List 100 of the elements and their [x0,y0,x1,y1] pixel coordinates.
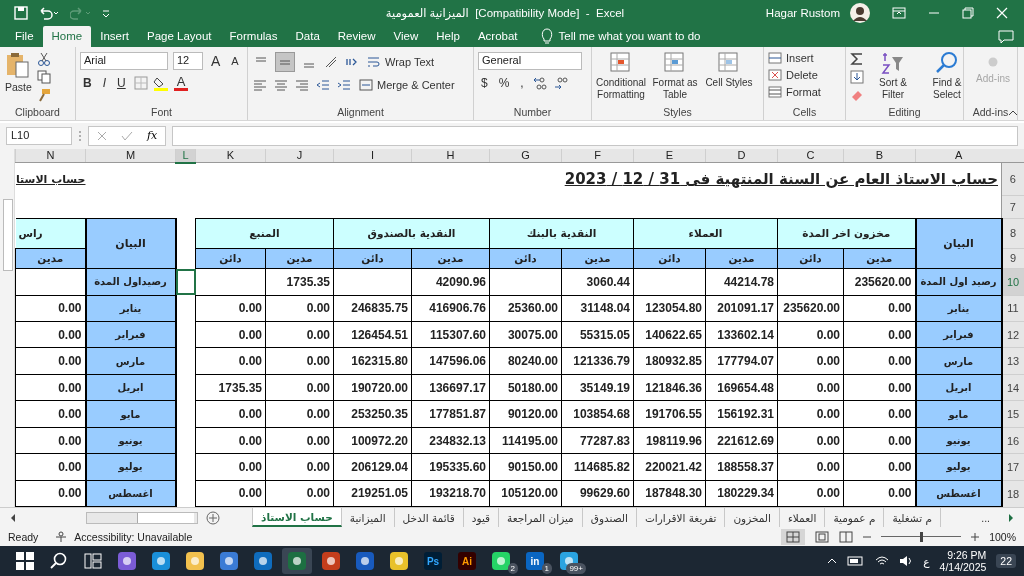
menu-tab[interactable]: Acrobat [468,25,527,47]
taskbar-app[interactable]: 2 [486,548,516,575]
decrease-decimal-icon[interactable] [552,74,569,91]
shrink-font-button[interactable]: A [228,54,242,67]
notification-badge[interactable]: 22 [996,554,1016,569]
font-color-button[interactable]: A [173,74,189,91]
taskbar-app[interactable] [282,548,312,575]
taskbar-app[interactable]: Ps [418,548,448,575]
search-icon [935,50,959,75]
taskbar-app[interactable]: Ai [452,548,482,575]
cells-button[interactable]: Format [768,85,821,98]
menu-tab[interactable]: Page Layout [138,25,221,47]
number-format-button[interactable]: $ [478,75,491,90]
row-header[interactable]: 16 [1001,427,1024,454]
copy-icon[interactable] [36,69,51,84]
battery-icon[interactable] [847,556,866,567]
accessibility-status[interactable]: Accessibility: Unavailable [74,530,193,543]
table-cell: 90120.00 [489,400,562,428]
table-cell: 44214.78 [705,268,778,295]
number-format-field[interactable]: General [478,51,582,70]
collapse-ribbon-icon[interactable] [1008,109,1018,116]
row-header[interactable]: 17 [1001,453,1024,481]
font-size-field[interactable]: 12 [173,51,203,70]
tell-me-search[interactable]: Tell me what you want to do [558,25,701,47]
menu-tab[interactable]: Help [427,25,469,47]
merge-center-button[interactable]: Merge & Center [357,77,457,92]
restore-icon[interactable] [962,6,974,19]
menu-tab[interactable]: Data [286,25,329,47]
italic-button[interactable]: I [99,75,109,90]
zoom-in-icon[interactable] [971,532,980,541]
taskbar-app[interactable]: 99+ [554,548,584,575]
customize-icon[interactable] [102,7,110,18]
add-sheet-icon[interactable] [206,510,220,525]
ribbon-display-icon[interactable] [892,6,906,19]
menu-tab[interactable]: Insert [91,25,138,47]
row-header[interactable]: 10 [1001,268,1024,295]
cells-button[interactable]: Delete [768,68,818,81]
number-format-button[interactable]: % [495,75,513,90]
accessibility-icon[interactable] [54,530,69,543]
page-break-icon[interactable] [839,530,854,543]
normal-view-icon[interactable] [781,528,806,545]
horizontal-scrollbar[interactable] [86,511,198,524]
lightbulb-icon[interactable] [540,27,553,44]
row-header[interactable]: 11 [1001,295,1024,322]
row-header[interactable]: 14 [1001,374,1024,401]
font-name-field[interactable]: Arial [80,51,168,70]
menu-tab[interactable]: File [6,25,43,47]
language-indicator[interactable]: ع [923,555,930,568]
menu-tab[interactable]: Home [42,25,92,47]
menu-tab[interactable]: View [384,25,428,47]
row-header[interactable]: 18 [1001,480,1024,507]
row-header[interactable]: 12 [1001,321,1024,348]
format-painter-icon[interactable] [36,87,51,102]
styles-button[interactable]: Conditional Formatting [596,48,646,103]
fill-down-icon[interactable] [850,69,864,84]
cells-button[interactable]: Insert [768,51,814,64]
number-format-button[interactable]: , [517,75,527,90]
row-header[interactable]: 7 [1001,195,1024,219]
menu-tab[interactable]: Formulas [220,25,287,47]
table-cell: 55315.05 [561,321,634,348]
comments-icon[interactable] [998,29,1014,44]
sheet-tab[interactable]: حساب الاستاذ [252,508,342,528]
zoom-level[interactable]: 100% [989,530,1016,543]
clock[interactable]: 9:26 PM 4/14/2025 [939,549,987,574]
page-layout-icon[interactable] [815,530,830,543]
row-header[interactable]: 6 [1001,162,1024,196]
row-header[interactable]: 13 [1001,347,1024,375]
table-cell: 0.00 [195,321,266,348]
save-icon[interactable] [14,5,28,20]
taskbar-app[interactable]: in 1 [520,548,550,575]
styles-button[interactable]: Cell Styles [704,48,754,91]
row-header[interactable]: 9 [1001,248,1024,269]
cut-icon[interactable] [36,51,51,66]
undo-icon[interactable] [38,5,60,20]
sum-icon[interactable] [850,51,864,66]
paste-button[interactable]: Paste [4,48,33,95]
wrap-text-button[interactable]: Wrap Text [365,54,437,69]
app-icon [355,551,375,572]
bold-button[interactable]: B [80,75,95,90]
table-cell: 103854.68 [561,400,634,428]
close-icon[interactable] [996,6,1008,19]
menu-tab[interactable]: Review [328,25,385,47]
formula-input[interactable] [172,125,1018,146]
more-sheets-button[interactable]: ... [973,508,998,528]
styles-button[interactable]: Format as Table [650,48,700,103]
name-box[interactable]: L10 [6,126,72,145]
vertical-align-icon[interactable] [275,51,295,72]
vertical-scrollbar[interactable] [0,148,15,508]
avatar-icon[interactable] [850,2,870,23]
chevron-up-icon[interactable] [827,558,838,565]
sort-filter-button[interactable]: Sort & Filter [868,48,918,103]
insert-function-button[interactable]: fx [147,129,158,143]
row-header[interactable]: 8 [1001,218,1024,249]
grow-font-button[interactable]: A [208,52,224,69]
scroll-right-icon[interactable] [1006,512,1016,523]
underline-button[interactable]: U [114,75,129,90]
zoom-thumb[interactable] [920,531,924,542]
increase-decimal-icon[interactable] [531,74,548,91]
row-header[interactable]: 15 [1001,400,1024,428]
volume-icon[interactable] [899,555,914,568]
